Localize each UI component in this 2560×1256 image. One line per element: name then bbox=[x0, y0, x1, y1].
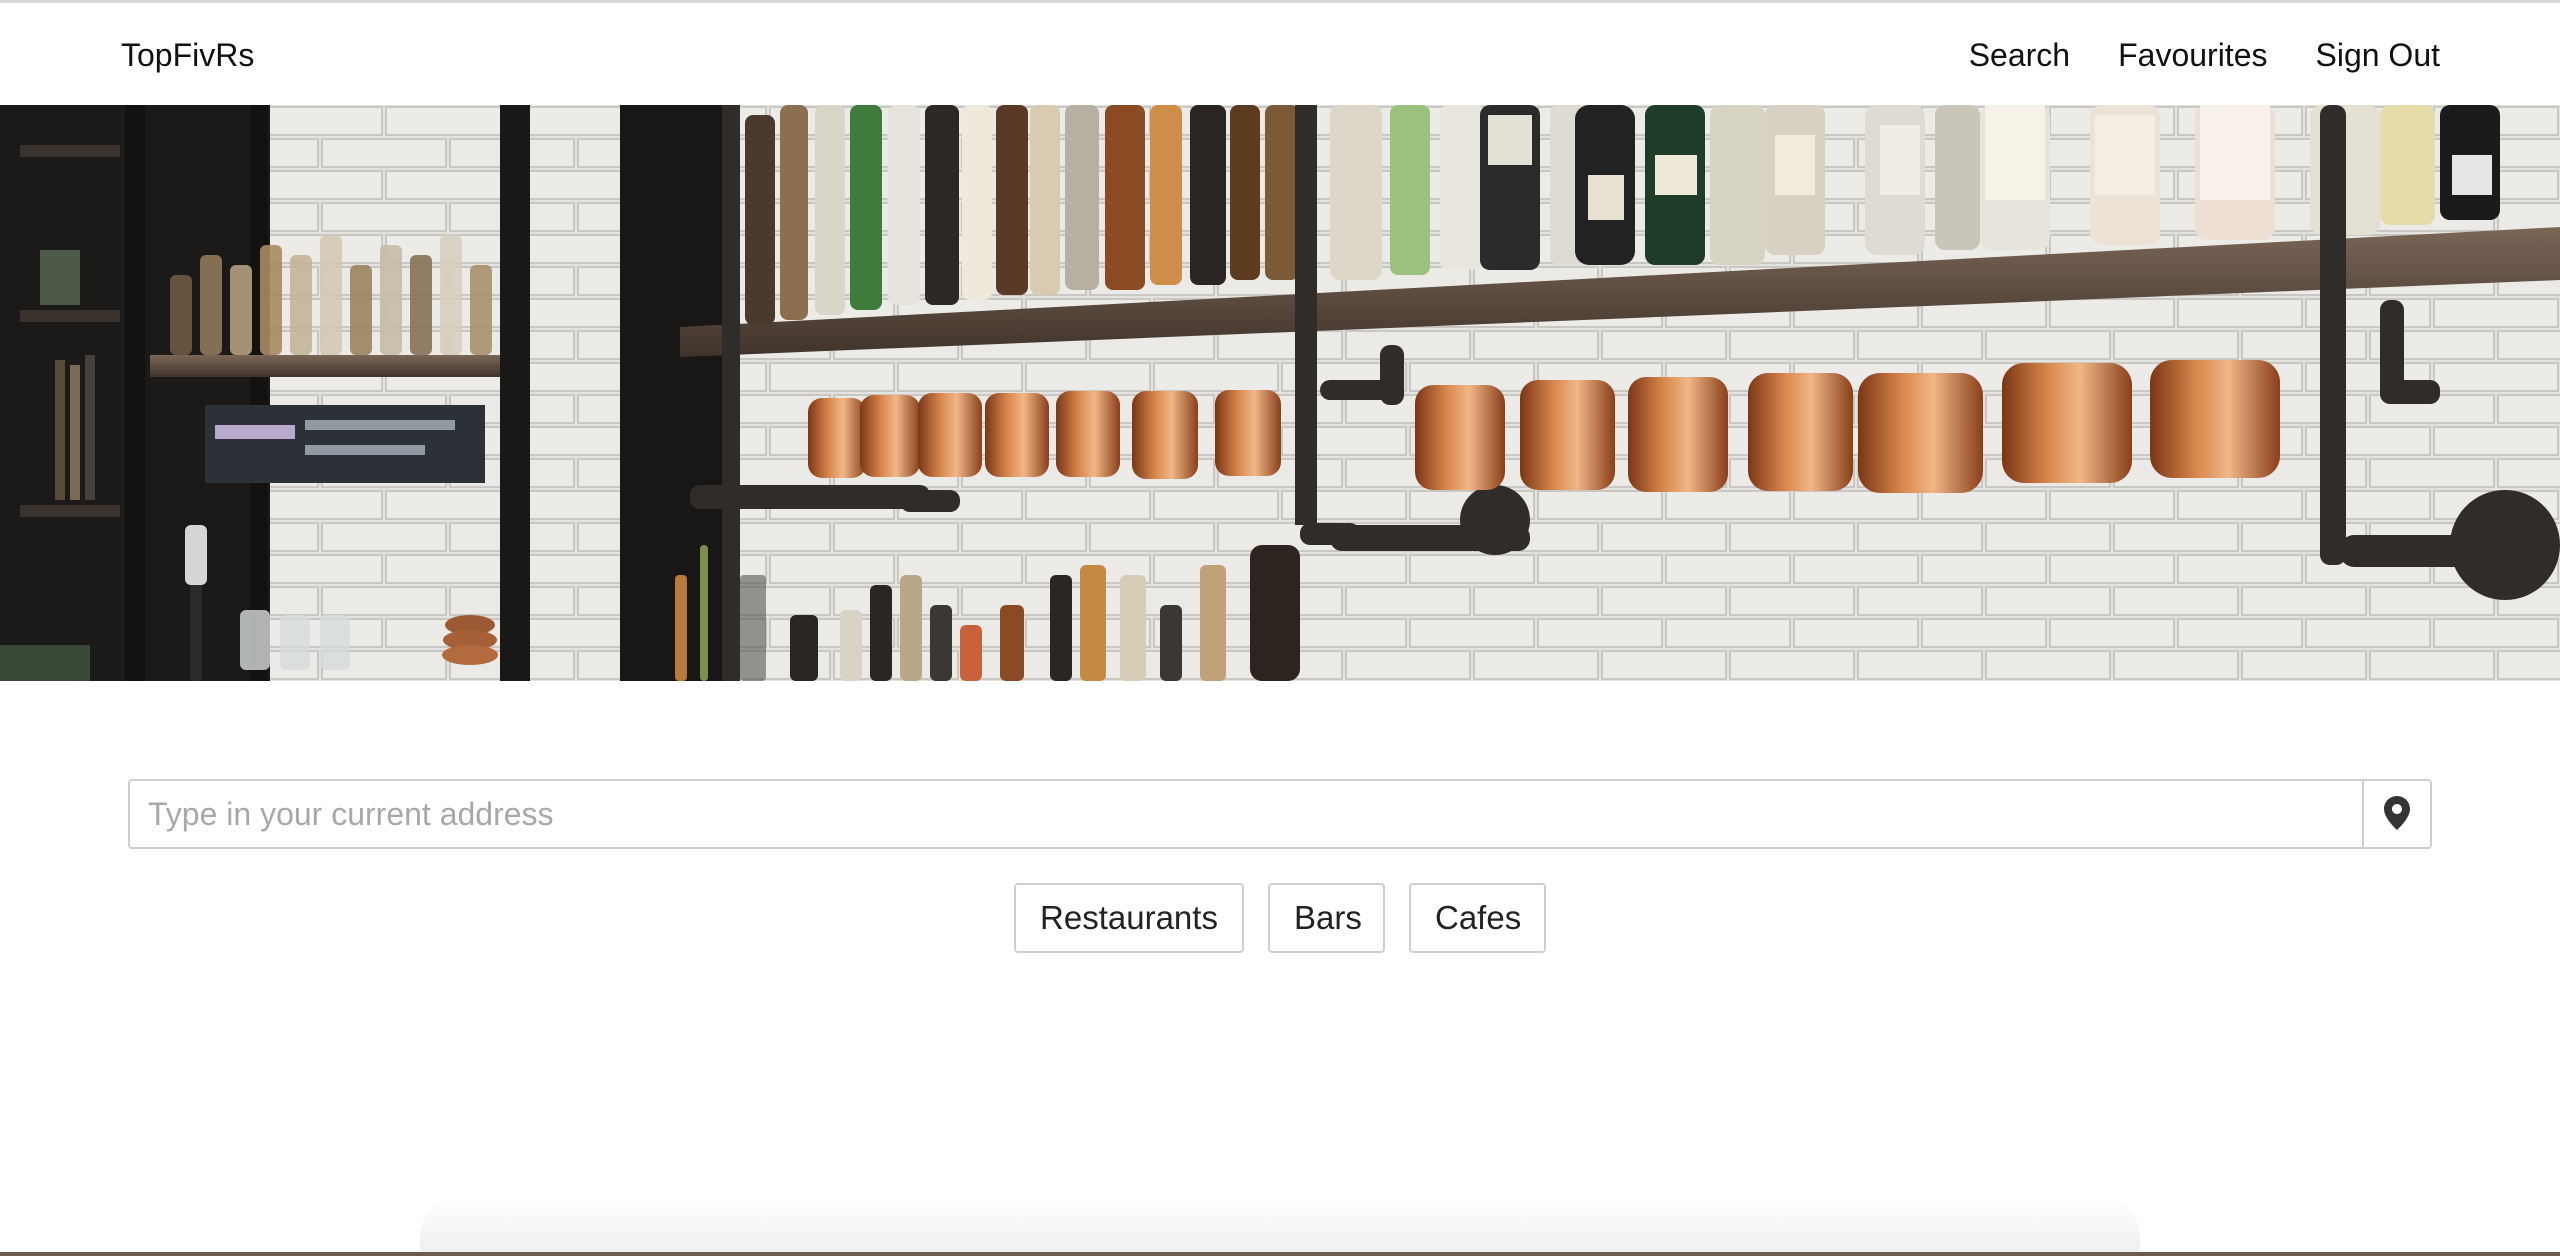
address-search-group bbox=[128, 779, 2432, 849]
nav-links: Search Favourites Sign Out bbox=[1969, 37, 2440, 74]
locate-button[interactable] bbox=[2362, 779, 2432, 849]
nav-favourites-link[interactable]: Favourites bbox=[2118, 37, 2267, 74]
category-buttons: Restaurants Bars Cafes bbox=[0, 883, 2560, 953]
nav-search-link[interactable]: Search bbox=[1969, 37, 2070, 74]
hero-image bbox=[0, 105, 2560, 681]
top-navbar: TopFivRs Search Favourites Sign Out bbox=[0, 3, 2560, 105]
map-marker-icon bbox=[2384, 795, 2410, 833]
window-bottom-edge bbox=[0, 1252, 2560, 1256]
address-input[interactable] bbox=[128, 779, 2362, 849]
bars-button[interactable]: Bars bbox=[1268, 883, 1385, 953]
bottom-card-shadow bbox=[420, 1196, 2140, 1256]
brand-link[interactable]: TopFivRs bbox=[121, 37, 254, 74]
restaurants-button[interactable]: Restaurants bbox=[1014, 883, 1244, 953]
nav-sign-out-link[interactable]: Sign Out bbox=[2315, 37, 2440, 74]
cafes-button[interactable]: Cafes bbox=[1409, 883, 1546, 953]
